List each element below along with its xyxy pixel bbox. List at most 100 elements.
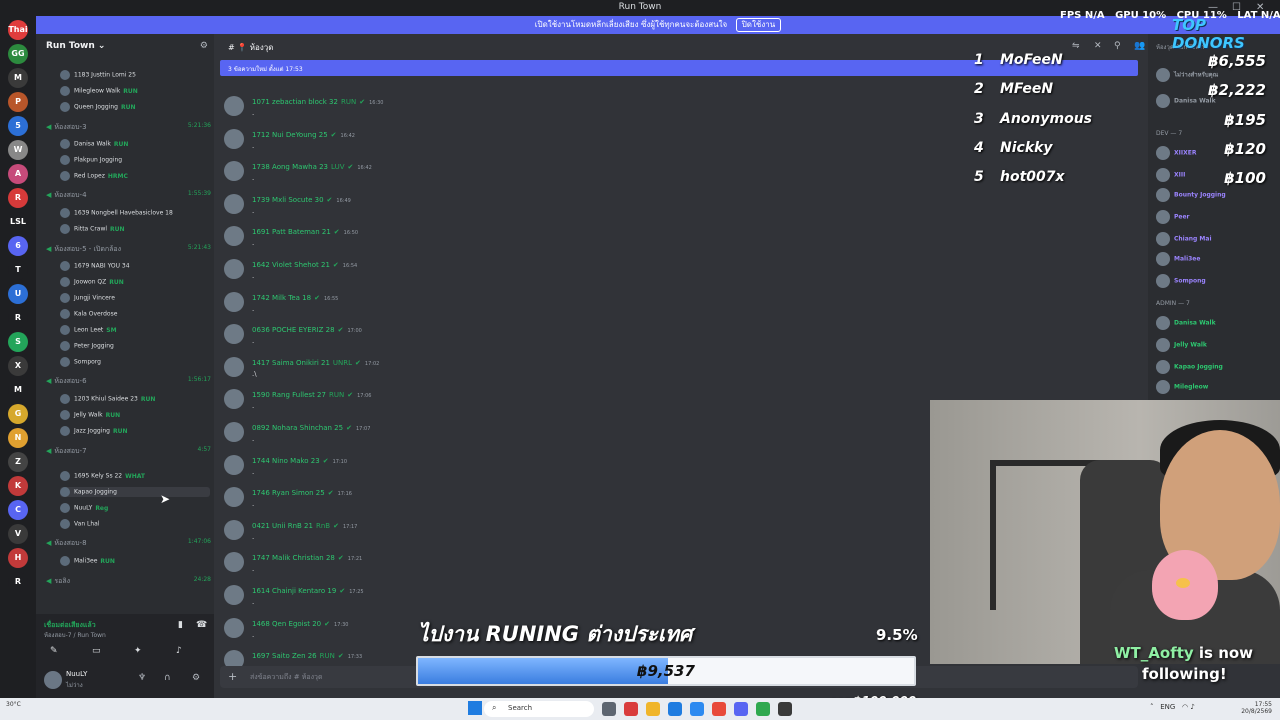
member-item[interactable]: Milegleow	[1156, 380, 1276, 394]
message-author[interactable]: 1747 Malik Christian 28	[252, 554, 335, 562]
server-icon[interactable]: 5	[8, 116, 28, 136]
message-author[interactable]: 1738 Aong Mawha 23	[252, 163, 328, 171]
member-list-icon[interactable]: 👥	[1134, 41, 1145, 51]
tray-arrow-icon[interactable]: ˄	[1150, 703, 1154, 711]
server-icon[interactable]: GG	[8, 44, 28, 64]
voice-member[interactable]: Leon Leet SM	[60, 325, 210, 335]
server-icon[interactable]: V	[8, 524, 28, 544]
server-icon[interactable]: W	[8, 140, 28, 160]
avatar[interactable]	[224, 617, 244, 638]
activity-icon[interactable]: ✦	[134, 646, 142, 656]
server-icon[interactable]: M	[8, 380, 28, 400]
avatar[interactable]	[224, 128, 244, 149]
server-icon[interactable]: Z	[8, 452, 28, 472]
message-author[interactable]: 1691 Patt Bateman 21	[252, 228, 331, 236]
avatar[interactable]	[224, 552, 244, 573]
voice-member[interactable]: Danisa Walk RUN	[60, 139, 210, 149]
avatar[interactable]	[224, 389, 244, 410]
message-author[interactable]: 1744 Nino Mako 23	[252, 457, 320, 465]
voice-member[interactable]: Jungji Vincere	[60, 293, 210, 303]
message-author[interactable]: 1614 Chainji Kentaro 19	[252, 587, 336, 595]
avatar[interactable]	[224, 487, 244, 508]
line-icon[interactable]	[756, 702, 770, 716]
message-author[interactable]: 0636 POCHE EYERIZ 28	[252, 326, 335, 334]
pin-icon[interactable]: ⚲	[1114, 41, 1121, 51]
voice-member[interactable]: Peter Jogging	[60, 341, 210, 351]
folder-icon[interactable]	[646, 702, 660, 716]
server-icon[interactable]: U	[8, 284, 28, 304]
threads-icon[interactable]: ⇋	[1072, 41, 1080, 51]
message-author[interactable]: 1712 Nui DeYoung 25	[252, 131, 328, 139]
settings-gear-icon[interactable]: ⚙	[192, 673, 200, 683]
member-item[interactable]: Kapao Jogging	[1156, 360, 1276, 374]
server-icon[interactable]: M	[8, 68, 28, 88]
member-item[interactable]: Danisa Walk	[1156, 316, 1276, 330]
avatar[interactable]	[224, 226, 244, 247]
voice-channel-item[interactable]: ◀ ห้องสอบ-7 4:57	[46, 446, 211, 457]
voice-member[interactable]: Kala Overdose	[60, 309, 210, 319]
voice-member[interactable]: NuuLY Reg	[60, 503, 210, 513]
voice-channel-item[interactable]: ◀ ห้องสอบ-8 1:47:06	[46, 538, 211, 549]
message-author[interactable]: 1468 Qen Egoist 20	[252, 620, 321, 628]
mic-icon[interactable]: ♆	[138, 673, 146, 683]
server-icon[interactable]: S	[8, 332, 28, 352]
server-header[interactable]: Run Town ⌄ ⚙	[36, 34, 214, 58]
server-icon[interactable]: A	[8, 164, 28, 184]
voice-member[interactable]: 1639 Nongbell Havebasiclove 18	[60, 208, 210, 218]
member-item[interactable]: ไม่ว่างสำหรับคุณ	[1156, 68, 1276, 82]
avatar[interactable]	[224, 161, 244, 182]
server-icon[interactable]: N	[8, 428, 28, 448]
add-attachment-icon[interactable]: +	[228, 670, 237, 683]
member-item[interactable]: Bounty Jogging	[1156, 188, 1276, 202]
member-item[interactable]: Peer	[1156, 210, 1276, 224]
message-author[interactable]: 0421 Unii RnB 21	[252, 522, 313, 530]
message-author[interactable]: 1697 Saito Zen 26	[252, 652, 317, 660]
avatar[interactable]	[224, 422, 244, 442]
screen-share-icon[interactable]: ▭	[92, 646, 101, 656]
voice-member[interactable]: Queen Jogging RUN	[60, 102, 210, 112]
member-item[interactable]: Sompong	[1156, 274, 1276, 288]
avatar[interactable]	[224, 193, 244, 214]
app-icon[interactable]	[624, 702, 638, 716]
soundboard-icon[interactable]: ♪	[176, 646, 182, 656]
voice-member[interactable]: 1183 Justtin Lomi 25	[60, 70, 210, 80]
message-author[interactable]: 1071 zebactian block 32	[252, 98, 338, 106]
voice-member[interactable]: Jazz Jogging RUN	[60, 426, 210, 436]
server-icon[interactable]: P	[8, 92, 28, 112]
server-icon[interactable]: 6	[8, 236, 28, 256]
avatar[interactable]	[224, 291, 244, 312]
voice-member[interactable]: 1695 Kely Ss 22 WHAT	[60, 471, 210, 481]
server-icon[interactable]: LSL	[8, 212, 28, 232]
avatar[interactable]	[224, 259, 244, 279]
store-icon[interactable]	[690, 702, 704, 716]
avatar[interactable]	[224, 454, 244, 475]
voice-member[interactable]: 1203 Khiul Saidee 23 RUN	[60, 394, 210, 404]
member-item[interactable]: Chiang Mai	[1156, 232, 1276, 246]
voice-channel-item[interactable]: ◀ ห้องสอบ-6 1:56:17	[46, 376, 211, 387]
message-author[interactable]: 1642 Violet Shehot 21	[252, 261, 330, 269]
voice-member[interactable]: Plakpun Jogging	[60, 155, 210, 165]
server-icon[interactable]: H	[8, 548, 28, 568]
language-indicator[interactable]: ENG	[1160, 703, 1175, 711]
server-icon[interactable]: Thai	[8, 20, 28, 40]
voice-member[interactable]: Ritta Crawl RUN	[60, 224, 210, 234]
search-box[interactable]: ⌕ Search	[484, 701, 594, 717]
server-icon[interactable]: T	[8, 260, 28, 280]
notification-icon[interactable]: ✕	[1094, 41, 1102, 51]
avatar[interactable]	[224, 324, 244, 345]
volume-icon[interactable]: ♪	[1190, 703, 1194, 711]
camera-icon[interactable]: ✎	[50, 646, 58, 656]
edge-icon[interactable]	[668, 702, 682, 716]
server-icon[interactable]: R	[8, 308, 28, 328]
voice-member[interactable]: Somporg	[60, 357, 210, 367]
server-icon[interactable]: R	[8, 572, 28, 592]
clock[interactable]: 17:55 20/8/2569	[1241, 701, 1272, 715]
server-icon[interactable]: K	[8, 476, 28, 496]
server-icon[interactable]: R	[8, 188, 28, 208]
message-author[interactable]: 0892 Nohara Shinchan 25	[252, 424, 343, 432]
voice-member[interactable]: Joowon QZ RUN	[60, 277, 210, 287]
message-author[interactable]: 1417 Saima Onikiri 21	[252, 359, 330, 367]
voice-member[interactable]: Van Lhal	[60, 519, 210, 529]
avatar[interactable]	[224, 519, 244, 540]
voice-member[interactable]: Mali3ee RUN	[60, 556, 210, 566]
